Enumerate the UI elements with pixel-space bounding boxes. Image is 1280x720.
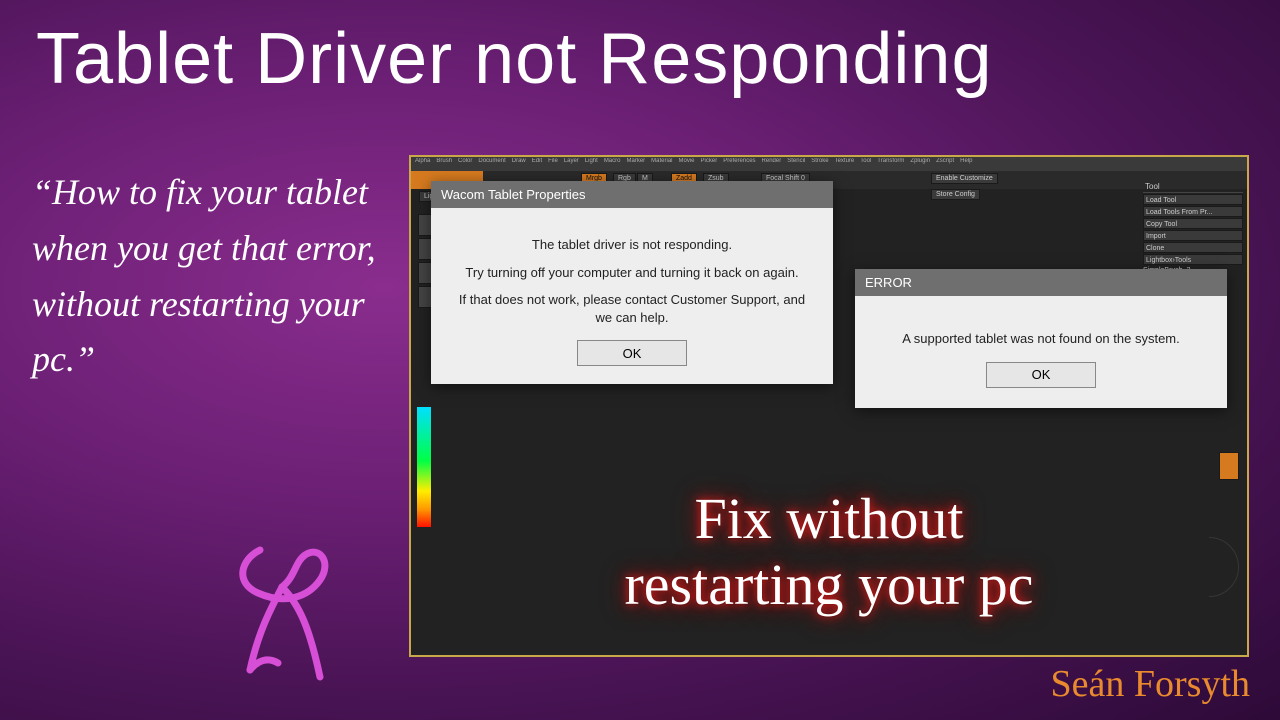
menu-item-color[interactable]: Color [458, 158, 472, 169]
menu-item-transform[interactable]: Transform [877, 158, 904, 169]
menu-item-macro[interactable]: Macro [604, 158, 621, 169]
menu-item-stencil[interactable]: Stencil [787, 158, 805, 169]
error-dialog-titlebar: ERROR [855, 269, 1227, 296]
clone-button[interactable]: Clone [1143, 242, 1243, 253]
nav-frame-button[interactable] [1219, 452, 1239, 480]
enable-customize-button[interactable]: Enable Customize [931, 173, 998, 184]
copy-tool-button[interactable]: Copy Tool [1143, 218, 1243, 229]
import-button[interactable]: Import [1143, 230, 1243, 241]
menu-item-alpha[interactable]: Alpha [415, 158, 430, 169]
wacom-dialog-msg-1: The tablet driver is not responding. [453, 236, 811, 254]
overlay-caption: Fix without restarting your pc [411, 486, 1247, 619]
menu-item-movie[interactable]: Movie [679, 158, 695, 169]
quote-text: “How to fix your tablet when you get tha… [32, 165, 402, 388]
wacom-dialog-titlebar: Wacom Tablet Properties [431, 181, 833, 208]
page-title: Tablet Driver not Responding [0, 0, 1280, 100]
menu-item-edit[interactable]: Edit [532, 158, 542, 169]
load-tool-button[interactable]: Load Tool [1143, 194, 1243, 205]
wacom-dialog-msg-3: If that does not work, please contact Cu… [453, 291, 811, 326]
error-dialog: ERROR A supported tablet was not found o… [855, 269, 1227, 408]
error-dialog-ok-button[interactable]: OK [986, 362, 1096, 388]
wacom-properties-dialog: Wacom Tablet Properties The tablet drive… [431, 181, 833, 384]
menu-item-file[interactable]: File [548, 158, 558, 169]
lightbox-tools-button[interactable]: Lightbox›Tools [1143, 254, 1243, 265]
menu-item-help[interactable]: Help [960, 158, 972, 169]
screenshot-frame: Alpha Brush Color Document Draw Edit File Layer… [409, 155, 1249, 657]
error-dialog-msg: A supported tablet was not found on the … [875, 330, 1207, 348]
app-menu-bar[interactable]: Alpha Brush Color Document Draw Edit File Layer… [415, 158, 1243, 169]
menu-item-draw[interactable]: Draw [512, 158, 526, 169]
menu-item-preferences[interactable]: Preferences [723, 158, 755, 169]
menu-item-render[interactable]: Render [762, 158, 782, 169]
menu-item-material[interactable]: Material [651, 158, 672, 169]
wacom-dialog-ok-button[interactable]: OK [577, 340, 687, 366]
author-credit: Seán Forsyth [1051, 662, 1251, 706]
menu-item-marker[interactable]: Marker [626, 158, 645, 169]
menu-item-tool[interactable]: Tool [860, 158, 871, 169]
wacom-dialog-msg-2: Try turning off your computer and turnin… [453, 264, 811, 282]
menu-item-document[interactable]: Document [478, 158, 505, 169]
menu-item-picker[interactable]: Picker [701, 158, 718, 169]
tool-panel-header: Tool [1143, 181, 1243, 193]
menu-item-texture[interactable]: Texture [835, 158, 855, 169]
load-tools-project-button[interactable]: Load Tools From Pr... [1143, 206, 1243, 217]
store-config-button[interactable]: Store Config [931, 189, 980, 200]
menu-item-brush[interactable]: Brush [436, 158, 452, 169]
menu-item-light[interactable]: Light [585, 158, 598, 169]
menu-item-zscript[interactable]: Zscript [936, 158, 954, 169]
menu-item-stroke[interactable]: Stroke [811, 158, 828, 169]
zbrush-logo-icon [210, 535, 350, 685]
menu-item-layer[interactable]: Layer [564, 158, 579, 169]
menu-item-zplugin[interactable]: Zplugin [910, 158, 930, 169]
